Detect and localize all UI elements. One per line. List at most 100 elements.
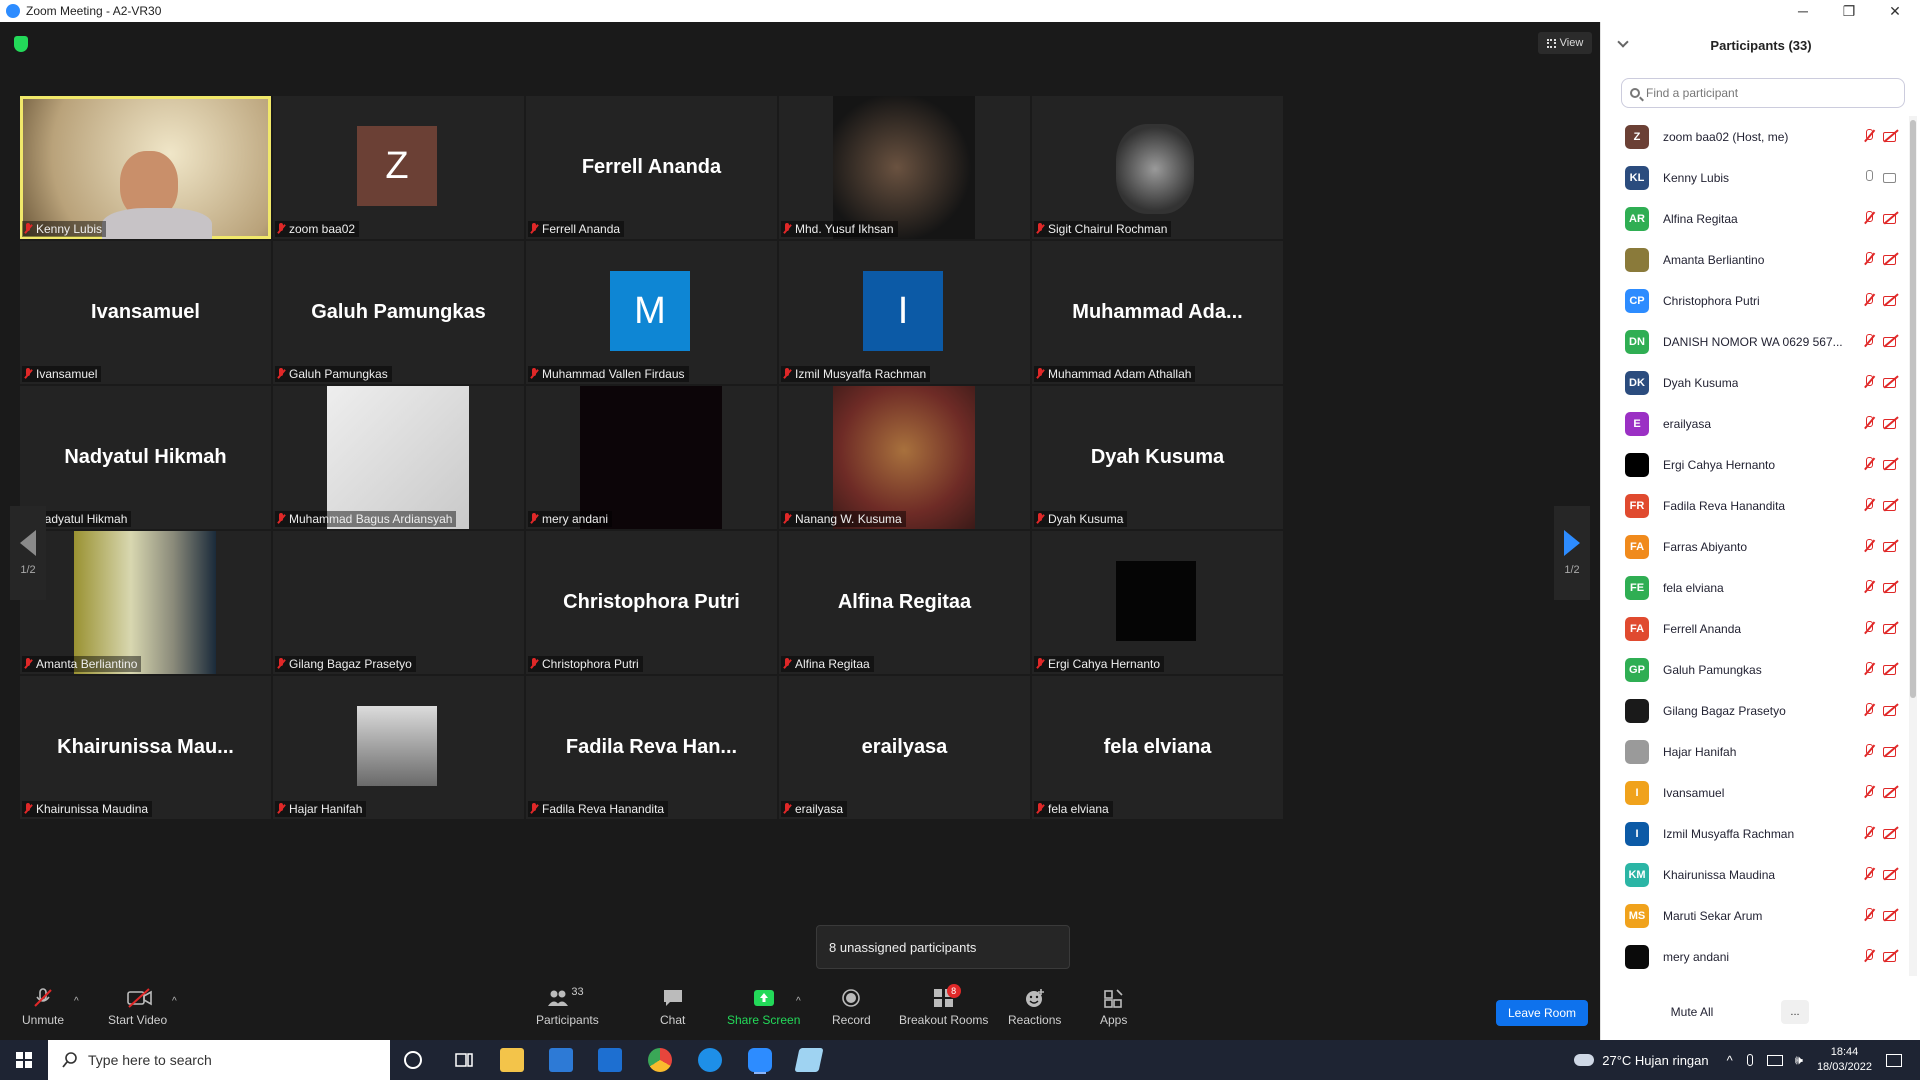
camera-status-icon[interactable] <box>1883 375 1899 389</box>
camera-status-icon[interactable] <box>1883 498 1899 512</box>
participant-tile[interactable]: Alfina Regitaa Alfina Regitaa <box>779 531 1030 674</box>
mic-status-icon[interactable] <box>1863 949 1875 963</box>
participant-tile[interactable]: M Muhammad Vallen Firdaus <box>526 241 777 384</box>
participant-tile[interactable]: Nanang W. Kusuma <box>779 386 1030 529</box>
collapse-chevron-icon[interactable] <box>1617 36 1629 48</box>
camera-status-icon[interactable] <box>1883 457 1899 471</box>
mic-status-icon[interactable] <box>1863 375 1875 389</box>
participant-tile[interactable]: Gilang Bagaz Prasetyo <box>273 531 524 674</box>
camera-status-icon[interactable] <box>1883 703 1899 717</box>
volume-icon[interactable]: 🕪 <box>1795 1052 1803 1068</box>
camera-status-icon[interactable] <box>1883 580 1899 594</box>
participant-list-item[interactable]: Zzoom baa02 (Host, me) <box>1601 116 1909 157</box>
participant-tile[interactable]: Amanta Berliantino <box>20 531 271 674</box>
camera-status-icon[interactable] <box>1883 416 1899 430</box>
mic-status-icon[interactable] <box>1863 826 1875 840</box>
camera-status-icon[interactable] <box>1883 949 1899 963</box>
next-page-button[interactable]: 1/2 <box>1554 506 1590 600</box>
reactions-button[interactable]: Reactions <box>1008 988 1061 1032</box>
mute-all-button[interactable]: Mute All <box>1657 1000 1727 1024</box>
participant-list-item[interactable]: FA Ferrell Ananda <box>1601 608 1909 649</box>
teamviewer-icon[interactable] <box>698 1048 722 1072</box>
participant-tile[interactable]: Dyah Kusuma Dyah Kusuma <box>1032 386 1283 529</box>
camera-status-icon[interactable] <box>1883 170 1899 184</box>
mic-status-icon[interactable] <box>1863 662 1875 676</box>
task-view-icon[interactable] <box>452 1048 476 1072</box>
breakout-rooms-button[interactable]: 8 Breakout Rooms <box>899 984 988 1032</box>
participant-tile[interactable]: Fadila Reva Han... Fadila Reva Hanandita <box>526 676 777 819</box>
participant-list-item[interactable]: Hajar Hanifah <box>1601 731 1909 772</box>
participant-tile[interactable]: Sigit Chairul Rochman <box>1032 96 1283 239</box>
participant-list-item[interactable]: FA Farras Abiyanto <box>1601 526 1909 567</box>
chat-button[interactable]: Chat <box>660 988 685 1032</box>
camera-status-icon[interactable] <box>1883 826 1899 840</box>
participant-tile[interactable]: Mhd. Yusuf Ikhsan <box>779 96 1030 239</box>
apps-button[interactable]: Apps <box>1100 988 1127 1032</box>
participant-tile[interactable]: I Izmil Musyaffa Rachman <box>779 241 1030 384</box>
share-screen-button[interactable]: Share Screen <box>727 988 800 1032</box>
participant-tile[interactable]: Galuh Pamungkas Galuh Pamungkas <box>273 241 524 384</box>
participant-tile[interactable]: Christophora Putri Christophora Putri <box>526 531 777 674</box>
security-shield-icon[interactable] <box>14 36 28 52</box>
mic-status-icon[interactable] <box>1863 334 1875 348</box>
audio-options-caret-icon[interactable]: ^ <box>74 996 79 1007</box>
mic-status-icon[interactable] <box>1863 867 1875 881</box>
mail-icon[interactable] <box>598 1048 622 1072</box>
file-explorer-icon[interactable] <box>500 1048 524 1072</box>
participant-tile[interactable]: Ferrell Ananda Ferrell Ananda <box>526 96 777 239</box>
camera-status-icon[interactable] <box>1883 867 1899 881</box>
participant-tile[interactable]: Nadyatul Hikmah Nadyatul Hikmah <box>20 386 271 529</box>
camera-status-icon[interactable] <box>1883 211 1899 225</box>
participant-tile[interactable]: fela elviana fela elviana <box>1032 676 1283 819</box>
weather-cloud-icon[interactable] <box>1574 1054 1595 1066</box>
participant-list-item[interactable]: I Ivansamuel <box>1601 772 1909 813</box>
mic-status-icon[interactable] <box>1863 785 1875 799</box>
participant-list-item[interactable]: GP Galuh Pamungkas <box>1601 649 1909 690</box>
mic-status-icon[interactable] <box>1863 457 1875 471</box>
mic-status-icon[interactable] <box>1863 908 1875 922</box>
participant-list-item[interactable]: KL Kenny Lubis <box>1601 157 1909 198</box>
mic-status-icon[interactable] <box>1863 621 1875 635</box>
participants-button[interactable]: 33 Participants <box>536 986 599 1032</box>
participant-list-item[interactable]: MS Maruti Sekar Arum <box>1601 895 1909 936</box>
participant-list-item[interactable]: Amanta Berliantino <box>1601 239 1909 280</box>
camera-status-icon[interactable] <box>1883 908 1899 922</box>
more-options-button[interactable]: ... <box>1781 1000 1809 1024</box>
notifications-icon[interactable] <box>1886 1053 1902 1067</box>
participant-list-scrollbar[interactable] <box>1909 116 1917 976</box>
camera-status-icon[interactable] <box>1883 129 1899 143</box>
mic-status-icon[interactable] <box>1863 129 1875 143</box>
mic-status-icon[interactable] <box>1863 293 1875 307</box>
mic-status-icon[interactable] <box>1863 211 1875 225</box>
participant-tile[interactable]: Ivansamuel Ivansamuel <box>20 241 271 384</box>
share-options-caret-icon[interactable]: ^ <box>796 996 801 1007</box>
notepad-icon[interactable] <box>794 1048 824 1072</box>
taskbar-search-box[interactable]: Type here to search <box>48 1040 390 1080</box>
mic-status-icon[interactable] <box>1863 416 1875 430</box>
camera-status-icon[interactable] <box>1883 785 1899 799</box>
mic-status-icon[interactable] <box>1863 703 1875 717</box>
participant-tile[interactable]: Ergi Cahya Hernanto <box>1032 531 1283 674</box>
leave-room-button[interactable]: Leave Room <box>1496 1000 1588 1026</box>
record-button[interactable]: Record <box>832 988 871 1032</box>
camera-status-icon[interactable] <box>1883 539 1899 553</box>
camera-status-icon[interactable] <box>1883 252 1899 266</box>
close-button[interactable]: ✕ <box>1872 0 1918 22</box>
participant-list-item[interactable]: DK Dyah Kusuma <box>1601 362 1909 403</box>
participant-list-item[interactable]: Ergi Cahya Hernanto <box>1601 444 1909 485</box>
camera-status-icon[interactable] <box>1883 293 1899 307</box>
mic-status-icon[interactable] <box>1863 744 1875 758</box>
mic-status-icon[interactable] <box>1863 580 1875 594</box>
store-icon[interactable] <box>549 1048 573 1072</box>
participant-tile[interactable]: Muhammad Ada... Muhammad Adam Athallah <box>1032 241 1283 384</box>
participant-tile[interactable]: mery andani <box>526 386 777 529</box>
participant-tile[interactable]: Muhammad Bagus Ardiansyah <box>273 386 524 529</box>
cortana-icon[interactable] <box>404 1051 422 1069</box>
unassigned-participants-popup[interactable]: 8 unassigned participants <box>816 925 1070 969</box>
participant-search-input[interactable]: Find a participant <box>1621 78 1905 108</box>
participant-list-item[interactable]: FE fela elviana <box>1601 567 1909 608</box>
participant-list-item[interactable]: FR Fadila Reva Hanandita <box>1601 485 1909 526</box>
minimize-button[interactable]: ─ <box>1780 0 1826 22</box>
weather-text[interactable]: 27°C Hujan ringan <box>1602 1053 1708 1068</box>
microphone-tray-icon[interactable] <box>1746 1054 1753 1066</box>
